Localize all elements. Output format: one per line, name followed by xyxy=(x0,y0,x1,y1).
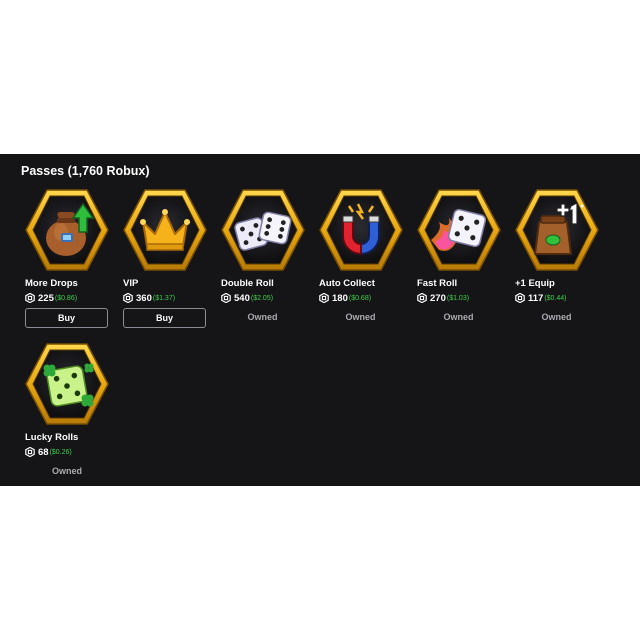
flaming-die-icon xyxy=(431,208,487,251)
crown-icon xyxy=(140,209,190,251)
pass-badge[interactable] xyxy=(221,188,305,272)
pass-price: 68 ($0.26) xyxy=(25,446,72,458)
owned-label: Owned xyxy=(443,312,474,322)
price-amount: 117 xyxy=(528,292,544,304)
price-amount: 68 xyxy=(38,446,49,458)
pass-name: VIP xyxy=(123,278,139,289)
robux-icon xyxy=(25,293,35,303)
pass-price: 270 ($1.03) xyxy=(417,292,469,304)
pass-name: Fast Roll xyxy=(417,278,458,289)
pass-name: Auto Collect xyxy=(319,278,375,289)
pass-price: 360 ($1.37) xyxy=(123,292,175,304)
pass-name: +1 Equip xyxy=(515,278,555,289)
passes-title: Passes (1,760 Robux) xyxy=(21,164,150,178)
robux-icon xyxy=(123,293,133,303)
two-dice-icon xyxy=(234,211,292,251)
robux-icon xyxy=(25,447,35,457)
pass-name: More Drops xyxy=(25,278,78,289)
pass-badge[interactable] xyxy=(25,342,109,426)
passes-panel: Passes (1,760 Robux) More Drops 225 ($0.… xyxy=(0,154,640,486)
price-usd: ($2.05) xyxy=(250,294,274,302)
pass-name: Lucky Rolls xyxy=(25,432,79,443)
price-usd: ($0.86) xyxy=(54,294,78,302)
owned-label: Owned xyxy=(541,312,572,322)
buy-button[interactable]: Buy xyxy=(123,308,206,328)
pass-price: 540 ($2.05) xyxy=(221,292,273,304)
robux-icon xyxy=(319,293,329,303)
magnet-icon xyxy=(342,203,380,256)
price-usd: ($0.26) xyxy=(49,448,72,456)
pass-badge[interactable] xyxy=(417,188,501,272)
pass-price: 225 ($0.86) xyxy=(25,292,77,304)
pass-price: 180 ($0.68) xyxy=(319,292,371,304)
pass-badge[interactable] xyxy=(25,188,109,272)
bag-plus-one-icon xyxy=(534,202,584,255)
price-amount: 360 xyxy=(136,292,152,304)
price-usd: ($1.03) xyxy=(446,294,470,302)
pass-name: Double Roll xyxy=(221,278,274,289)
price-amount: 180 xyxy=(332,292,348,304)
price-amount: 540 xyxy=(234,292,250,304)
owned-label: Owned xyxy=(247,312,278,322)
price-usd: ($1.37) xyxy=(152,294,176,302)
buy-button[interactable]: Buy xyxy=(25,308,108,328)
robux-icon xyxy=(515,293,525,303)
price-amount: 270 xyxy=(430,292,446,304)
price-usd: ($0.44) xyxy=(544,294,567,302)
robux-icon xyxy=(417,293,427,303)
pass-badge[interactable] xyxy=(123,188,207,272)
pass-badge[interactable] xyxy=(319,188,403,272)
price-usd: ($0.68) xyxy=(348,294,372,302)
owned-label: Owned xyxy=(51,466,82,476)
price-amount: 225 xyxy=(38,292,54,304)
owned-label: Owned xyxy=(345,312,376,322)
money-bag-arrow-icon xyxy=(46,202,95,256)
robux-icon xyxy=(221,293,231,303)
clover-die-icon xyxy=(43,363,94,407)
pass-badge[interactable] xyxy=(515,188,599,272)
pass-price: 117 ($0.44) xyxy=(515,292,567,304)
